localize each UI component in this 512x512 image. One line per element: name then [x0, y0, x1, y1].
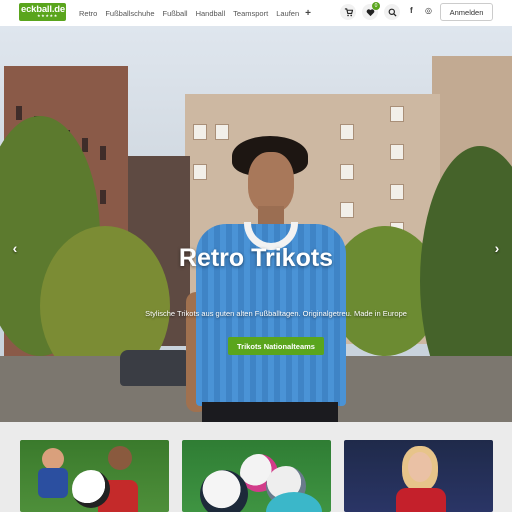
wishlist-count-badge: 0 [372, 2, 380, 10]
nav-item-retro[interactable]: Retro [79, 9, 97, 18]
kid-shirt [38, 468, 68, 498]
login-button[interactable]: Anmelden [440, 3, 493, 21]
ball-dark [200, 470, 248, 512]
hero-slider: Retro Trikots Stylische Trikots aus gute… [0, 26, 512, 422]
instagram-icon[interactable]: ◎ [425, 6, 432, 15]
nav-item-laufen[interactable]: Laufen [276, 9, 299, 18]
site-logo[interactable]: eckball.de ★★★★★ [19, 3, 66, 21]
search-button[interactable] [384, 4, 400, 20]
cart-button[interactable] [340, 4, 356, 20]
woman-jersey [396, 488, 446, 512]
hero-title: Retro Trikots [178, 244, 334, 272]
category-card-women[interactable] [344, 440, 493, 512]
girl-head [108, 446, 132, 470]
model-head [248, 152, 294, 212]
nav-item-fussball[interactable]: Fußball [163, 9, 188, 18]
nav-more-button[interactable]: + [305, 8, 311, 19]
nav-item-fussballschuhe[interactable]: Fußballschuhe [105, 9, 154, 18]
cart-icon [344, 7, 353, 16]
woman-face [408, 452, 432, 482]
facebook-icon[interactable]: f [410, 6, 413, 15]
slider-prev-arrow-icon[interactable]: ‹ [8, 240, 22, 256]
category-card-balls[interactable] [182, 440, 331, 512]
nav-item-teamsport[interactable]: Teamsport [233, 9, 268, 18]
soccer-ball [72, 470, 110, 508]
search-icon [388, 8, 397, 17]
main-nav: Retro Fußballschuhe Fußball Handball Tea… [79, 0, 319, 26]
model-shorts [202, 402, 338, 422]
parked-car [120, 350, 192, 386]
kid-head [42, 448, 64, 470]
nav-item-handball[interactable]: Handball [196, 9, 226, 18]
category-cards [0, 422, 512, 512]
hero-cta-button[interactable]: Trikots Nationalteams [228, 337, 324, 355]
logo-stars: ★★★★★ [37, 13, 58, 18]
site-header: eckball.de ★★★★★ Retro Fußballschuhe Fuß… [0, 0, 512, 26]
category-card-kids[interactable] [20, 440, 169, 512]
slider-next-arrow-icon[interactable]: › [490, 240, 504, 256]
wishlist-button[interactable]: 0 [362, 2, 380, 20]
hero-subtitle: Stylische Trikots aus guten alten Fußbal… [145, 309, 407, 318]
